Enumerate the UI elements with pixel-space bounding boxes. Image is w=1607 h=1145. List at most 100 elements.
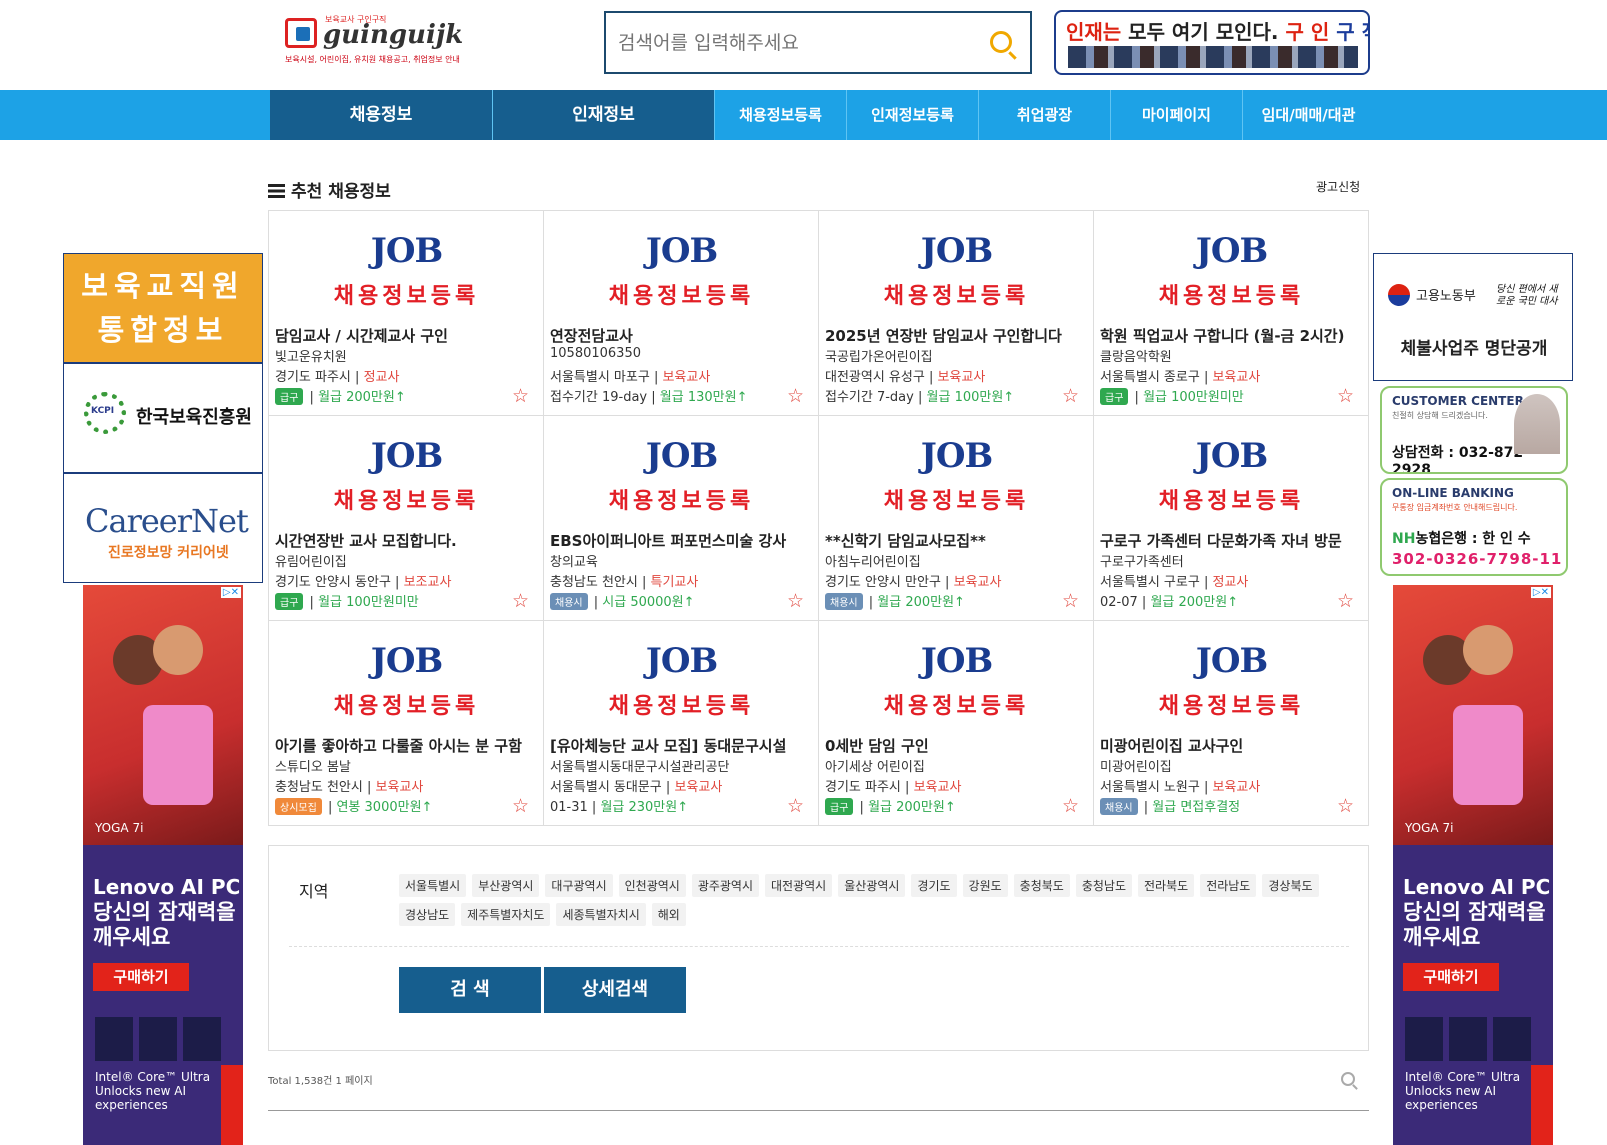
cc-sub: 친절히 상담해 드리겠습니다. bbox=[1392, 411, 1488, 420]
job-card[interactable]: JOB 채용정보등록 연장전담교사 10580106350 서울특별시 마포구 … bbox=[544, 211, 819, 416]
detail-search-button[interactable]: 상세검색 bbox=[544, 967, 686, 1013]
region-chip[interactable]: 충청남도 bbox=[1075, 874, 1133, 897]
region-chip[interactable]: 세종특별자치시 bbox=[556, 903, 646, 926]
region-chip[interactable]: 제주특별자치도 bbox=[461, 903, 551, 926]
region-chip[interactable]: 전라남도 bbox=[1200, 874, 1257, 897]
ad-person bbox=[1463, 625, 1513, 675]
ad-buy-button[interactable]: 구매하기 bbox=[1403, 963, 1499, 991]
ad-buy-button[interactable]: 구매하기 bbox=[93, 963, 189, 991]
job-location: 경기도 파주시 | 보육교사 bbox=[825, 780, 962, 795]
intel-chips-icon bbox=[1405, 1017, 1535, 1061]
job-title[interactable]: EBS아이퍼니아트 퍼포먼스미술 강사 bbox=[550, 530, 810, 551]
ad-choices-icon[interactable]: ▷✕ bbox=[1530, 587, 1551, 598]
job-title[interactable]: 미광어린이집 교사구인 bbox=[1100, 735, 1360, 756]
region-chip[interactable]: 해외 bbox=[651, 903, 686, 926]
job-card[interactable]: JOB 채용정보등록 미광어린이집 교사구인 미광어린이집 서울특별시 노원구 … bbox=[1094, 621, 1369, 826]
nav-jobs[interactable]: 채용정보 bbox=[270, 90, 492, 140]
region-chip[interactable]: 경상남도 bbox=[399, 903, 456, 926]
region-chip[interactable]: 대구광역시 bbox=[545, 874, 613, 897]
region-chip[interactable]: 대전광역시 bbox=[765, 874, 833, 897]
region-chip[interactable]: 울산광역시 bbox=[838, 874, 906, 897]
region-chip[interactable]: 강원도 bbox=[962, 874, 1008, 897]
lenovo-ad-right[interactable]: ▷✕ YOGA 7i Lenovo AI PC 당신의 잠재력을 깨우세요 구매… bbox=[1393, 585, 1553, 1145]
star-icon[interactable]: ☆ bbox=[787, 795, 804, 817]
star-icon[interactable]: ☆ bbox=[1337, 795, 1354, 817]
kcpi-banner[interactable]: 한국보육진흥원 bbox=[63, 363, 263, 473]
ad-apply-link[interactable]: 광고신청 bbox=[1316, 178, 1360, 195]
job-location: 대전광역시 유성구 | 보육교사 bbox=[825, 370, 986, 385]
job-pay: 급구 | 월급 200만원↑ bbox=[275, 386, 406, 405]
job-title[interactable]: [유아체능단 교사 모집] 동대문구시설 bbox=[550, 735, 810, 756]
job-card[interactable]: JOB 채용정보등록 EBS아이퍼니아트 퍼포먼스미술 강사 창의교육 충청남도… bbox=[544, 416, 819, 621]
region-chip[interactable]: 서울특별시 bbox=[399, 874, 467, 897]
careernet-banner[interactable]: CareerNet 진로정보망 커리어넷 bbox=[63, 473, 263, 583]
job-title[interactable]: 아기를 좋아하고 다룰줄 아시는 분 구함 bbox=[275, 735, 535, 756]
list-search-icon[interactable] bbox=[1341, 1072, 1355, 1086]
job-company: 서울특별시동대문구시설관리공단 bbox=[550, 760, 730, 775]
job-card[interactable]: JOB 채용정보등록 0세반 담임 구인 아기세상 어린이집 경기도 파주시 |… bbox=[819, 621, 1094, 826]
job-pay: 채용시 | 월급 면접후결정 bbox=[1100, 796, 1240, 815]
nav-job-register[interactable]: 채용정보등록 bbox=[714, 90, 846, 140]
search-button[interactable]: 검 색 bbox=[399, 967, 541, 1013]
bank-account: 302-0326-7798-11 bbox=[1392, 550, 1563, 568]
job-card[interactable]: JOB 채용정보등록 **신학기 담임교사모집** 아침누리어린이집 경기도 안… bbox=[819, 416, 1094, 621]
job-card[interactable]: JOB 채용정보등록 담임교사 / 시간제교사 구인 빛고운유치원 경기도 파주… bbox=[269, 211, 544, 416]
job-title[interactable]: 담임교사 / 시간제교사 구인 bbox=[275, 325, 535, 346]
job-card[interactable]: JOB 채용정보등록 아기를 좋아하고 다룰줄 아시는 분 구함 스튜디오 봄날… bbox=[269, 621, 544, 826]
intel-chips-icon bbox=[95, 1017, 225, 1061]
job-pay: 채용시 | 시급 50000원↑ bbox=[550, 591, 695, 610]
star-icon[interactable]: ☆ bbox=[512, 590, 529, 612]
region-chip[interactable]: 전라북도 bbox=[1138, 874, 1195, 897]
job-title[interactable]: 구로구 가족센터 다문화가족 자녀 방문 bbox=[1100, 530, 1360, 551]
nav-mypage[interactable]: 마이페이지 bbox=[1110, 90, 1242, 140]
star-icon[interactable]: ☆ bbox=[1337, 590, 1354, 612]
nav-job-plaza[interactable]: 취업광장 bbox=[978, 90, 1110, 140]
banner-image-strip bbox=[1068, 46, 1358, 68]
region-chip[interactable]: 광주광역시 bbox=[691, 874, 760, 897]
status-badge: 급구 bbox=[1100, 388, 1129, 405]
job-title[interactable]: 0세반 담임 구인 bbox=[825, 735, 1085, 756]
nav-lease[interactable]: 임대/매매/대관 bbox=[1242, 90, 1374, 140]
job-pay: 급구 | 월급 100만원미만 bbox=[1100, 386, 1244, 405]
star-icon[interactable]: ☆ bbox=[512, 385, 529, 407]
star-icon[interactable]: ☆ bbox=[787, 590, 804, 612]
job-title[interactable]: 학원 픽업교사 구합니다 (월-금 2시간) bbox=[1100, 325, 1360, 346]
region-chip[interactable]: 인천광역시 bbox=[618, 874, 686, 897]
unpaid-employer-banner[interactable]: 고용노동부 당신 편에서 새로운 국민 대사 체불사업주 명단공개 bbox=[1373, 253, 1573, 381]
job-pay: 채용시 | 월급 200만원↑ bbox=[825, 591, 965, 610]
job-card[interactable]: JOB 채용정보등록 [유아체능단 교사 모집] 동대문구시설 서울특별시동대문… bbox=[544, 621, 819, 826]
job-title[interactable]: **신학기 담임교사모집** bbox=[825, 530, 1085, 551]
job-card[interactable]: JOB 채용정보등록 2025년 연장반 담임교사 구인합니다 국공립가온어린이… bbox=[819, 211, 1094, 416]
star-icon[interactable]: ☆ bbox=[1062, 795, 1079, 817]
site-logo[interactable]: 보육교사 구인구직 guinguijk 보육시설, 어린이집, 유치원 채용공고… bbox=[285, 14, 475, 74]
ad-choices-icon[interactable]: ▷✕ bbox=[220, 587, 241, 598]
star-icon[interactable]: ☆ bbox=[787, 385, 804, 407]
search-input[interactable] bbox=[606, 13, 966, 72]
header: 보육교사 구인구직 guinguijk 보육시설, 어린이집, 유치원 채용공고… bbox=[0, 0, 1607, 90]
nav-talent[interactable]: 인재정보 bbox=[492, 90, 714, 140]
job-title[interactable]: 시간연장반 교사 모집합니다. bbox=[275, 530, 535, 551]
region-chip[interactable]: 경상북도 bbox=[1262, 874, 1319, 897]
header-banner[interactable]: 인재는 모두 여기 모인다. 구 인 구 직 bbox=[1054, 10, 1370, 75]
region-chip[interactable]: 충청북도 bbox=[1013, 874, 1070, 897]
star-icon[interactable]: ☆ bbox=[1337, 385, 1354, 407]
job-logo: JOB bbox=[920, 436, 993, 476]
job-card[interactable]: JOB 채용정보등록 학원 픽업교사 구합니다 (월-금 2시간) 클랑음악학원… bbox=[1094, 211, 1369, 416]
star-icon[interactable]: ☆ bbox=[512, 795, 529, 817]
region-chip[interactable]: 부산광역시 bbox=[472, 874, 540, 897]
nav-talent-register[interactable]: 인재정보등록 bbox=[846, 90, 978, 140]
job-register-text: 채용정보등록 bbox=[1158, 284, 1305, 309]
search-icon[interactable] bbox=[990, 31, 1012, 53]
job-title[interactable]: 연장전담교사 bbox=[550, 325, 810, 346]
lenovo-ad-left[interactable]: ▷✕ YOGA 7i Lenovo AI PC 당신의 잠재력을 깨우세요 구매… bbox=[83, 585, 243, 1145]
main-nav: 채용정보 인재정보 채용정보등록 인재정보등록 취업광장 마이페이지 임대/매매… bbox=[0, 90, 1607, 140]
star-icon[interactable]: ☆ bbox=[1062, 590, 1079, 612]
job-card[interactable]: JOB 채용정보등록 구로구 가족센터 다문화가족 자녀 방문 구로구가족센터 … bbox=[1094, 416, 1369, 621]
region-chip[interactable]: 경기도 bbox=[911, 874, 957, 897]
section-title: 추천 채용정보 bbox=[268, 177, 391, 202]
star-icon[interactable]: ☆ bbox=[1062, 385, 1079, 407]
integrated-info-banner[interactable]: 보육교직원 통합정보 bbox=[63, 253, 263, 363]
job-location: 서울특별시 종로구 | 보육교사 bbox=[1100, 370, 1261, 385]
job-card[interactable]: JOB 채용정보등록 시간연장반 교사 모집합니다. 유림어린이집 경기도 안양… bbox=[269, 416, 544, 621]
job-title[interactable]: 2025년 연장반 담임교사 구인합니다 bbox=[825, 325, 1085, 346]
